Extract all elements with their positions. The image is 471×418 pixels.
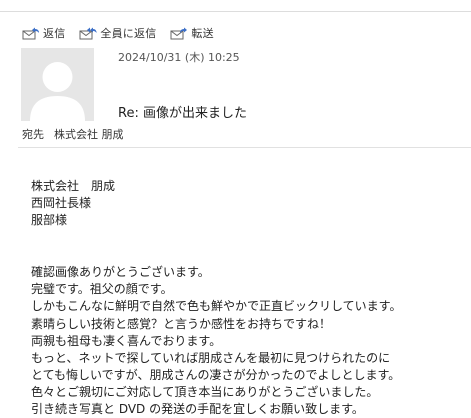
forward-button[interactable]: 転送 <box>170 25 214 41</box>
reply-all-label: 全員に返信 <box>100 27 157 40</box>
message-toolbar: 返信 全員に返信 転送 <box>22 24 228 42</box>
greeting-line: 西岡社長様 <box>31 196 92 211</box>
body-line: 完璧です。祖父の顔です。 <box>31 282 173 297</box>
reply-label: 返信 <box>43 27 66 40</box>
sender-avatar <box>21 48 94 121</box>
message-body: 株式会社 朋成 西岡社長様 服部様 確認画像ありがとうございます。 完璧です。祖… <box>31 178 469 418</box>
greeting-line: 服部様 <box>31 213 68 228</box>
to-value[interactable]: 株式会社 朋成 <box>54 126 124 142</box>
greeting-line: 株式会社 朋成 <box>31 179 116 193</box>
body-line: 引き続き写真と DVD の発送の手配を宜しくお願い致します。 <box>31 402 364 417</box>
body-line: とても悔しいですが、朋成さんの凄さが分かったのでよしとします。 <box>31 368 401 383</box>
message-subject: Re: 画像が出来ました <box>118 106 247 121</box>
header-divider <box>18 147 471 148</box>
reply-all-button[interactable]: 全員に返信 <box>79 25 156 41</box>
body-line: 両親も祖母も凄く喜んでおります。 <box>31 333 222 348</box>
recipient-row: 宛先 株式会社 朋成 <box>22 126 124 142</box>
body-line: もっと、ネットで探していれば朋成さんを最初に見つけられたのに <box>31 350 391 365</box>
body-line: 素晴らしい技術と感覚？と言うか感性をお持ちですね！ <box>31 316 332 331</box>
forward-icon <box>170 26 188 40</box>
reply-icon <box>22 26 40 40</box>
reply-button[interactable]: 返信 <box>22 25 65 41</box>
reply-all-icon <box>79 26 97 40</box>
body-line: 確認画像ありがとうございます。 <box>31 264 210 279</box>
to-label: 宛先 <box>22 128 44 141</box>
body-line: 色々とご親切にご対応して頂き本当にありがとうございました。 <box>31 385 379 400</box>
forward-label: 転送 <box>191 27 214 40</box>
window-top-edge <box>0 0 471 12</box>
message-date: 2024/10/31 (木) 10:25 <box>118 51 240 64</box>
person-placeholder-icon <box>21 48 94 121</box>
body-line: しかもこんなに鮮明で自然で色も鮮やかで正直ビックリしています。 <box>31 299 402 314</box>
